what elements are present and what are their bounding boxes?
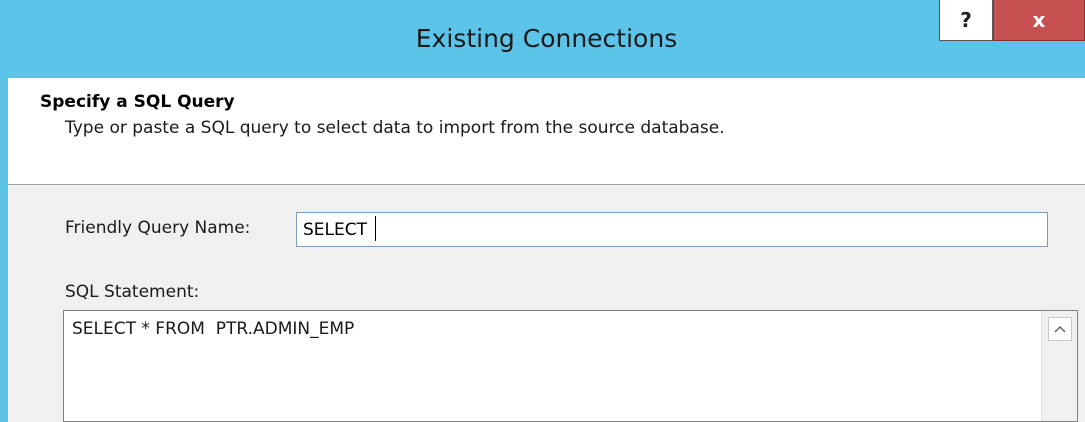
step-title: Specify a SQL Query	[40, 92, 235, 112]
scroll-up-button[interactable]	[1048, 317, 1072, 341]
wizard-header: Specify a SQL Query Type or paste a SQL …	[8, 78, 1085, 185]
chevron-up-icon	[1054, 326, 1066, 333]
sql-statement-textarea[interactable]: SELECT * FROM PTR.ADMIN_EMP	[63, 310, 1078, 422]
sql-statement-text: SELECT * FROM PTR.ADMIN_EMP	[72, 319, 355, 339]
sql-statement-label: SQL Statement:	[65, 282, 200, 302]
friendly-query-name-label: Friendly Query Name:	[65, 218, 251, 238]
friendly-query-name-input[interactable]	[296, 212, 1048, 247]
vertical-scrollbar[interactable]	[1041, 311, 1077, 421]
help-button[interactable]: ?	[939, 0, 993, 41]
text-cursor	[375, 216, 376, 241]
step-description: Type or paste a SQL query to select data…	[65, 118, 725, 138]
window-frame-left	[0, 0, 8, 422]
query-form: Friendly Query Name: SQL Statement: SELE…	[8, 185, 1085, 422]
window-title: Existing Connections	[415, 24, 678, 53]
title-bar[interactable]: Existing Connections	[8, 0, 1085, 78]
close-button[interactable]: x	[993, 0, 1085, 41]
